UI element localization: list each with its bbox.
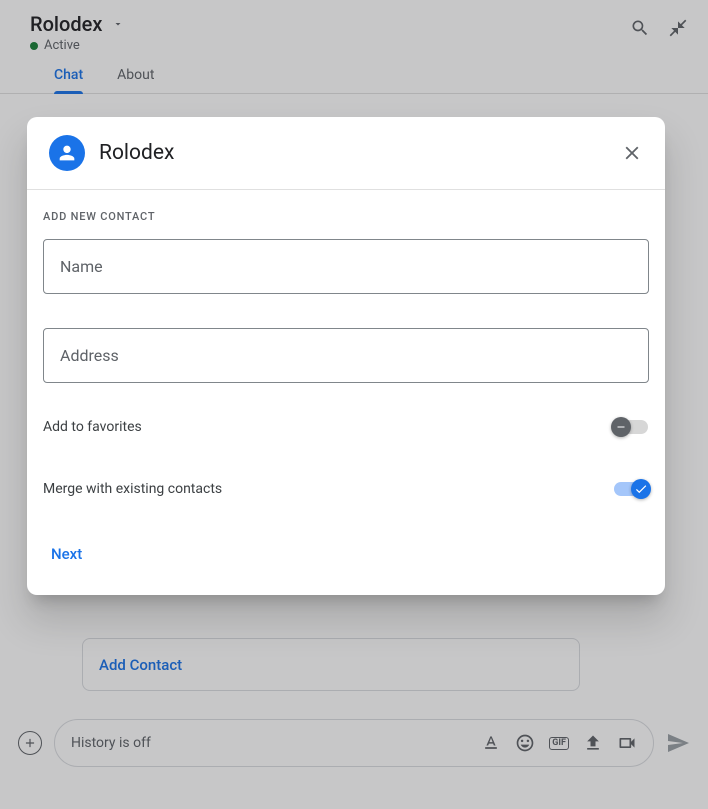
address-field[interactable] xyxy=(43,328,649,383)
merge-toggle[interactable] xyxy=(613,479,649,499)
merge-row: Merge with existing contacts xyxy=(43,479,649,499)
dialog-title: Rolodex xyxy=(99,141,174,165)
favorites-toggle[interactable] xyxy=(613,417,649,437)
favorites-row: Add to favorites xyxy=(43,417,649,437)
dialog-header: Rolodex xyxy=(27,117,665,190)
close-icon[interactable] xyxy=(621,142,643,164)
next-button[interactable]: Next xyxy=(43,541,90,567)
contact-avatar-icon xyxy=(49,135,85,171)
favorites-label: Add to favorites xyxy=(43,419,142,435)
check-icon xyxy=(634,482,648,496)
dialog-body: Add new contact Add to favorites Merge w… xyxy=(27,190,665,595)
toggle-thumb xyxy=(611,417,631,437)
merge-label: Merge with existing contacts xyxy=(43,481,222,497)
add-contact-dialog: Rolodex Add new contact Add to favorites… xyxy=(27,117,665,595)
dash-icon xyxy=(615,421,627,433)
section-label: Add new contact xyxy=(43,210,649,223)
toggle-thumb xyxy=(631,479,651,499)
dialog-header-left: Rolodex xyxy=(49,135,174,171)
name-field[interactable] xyxy=(43,239,649,294)
